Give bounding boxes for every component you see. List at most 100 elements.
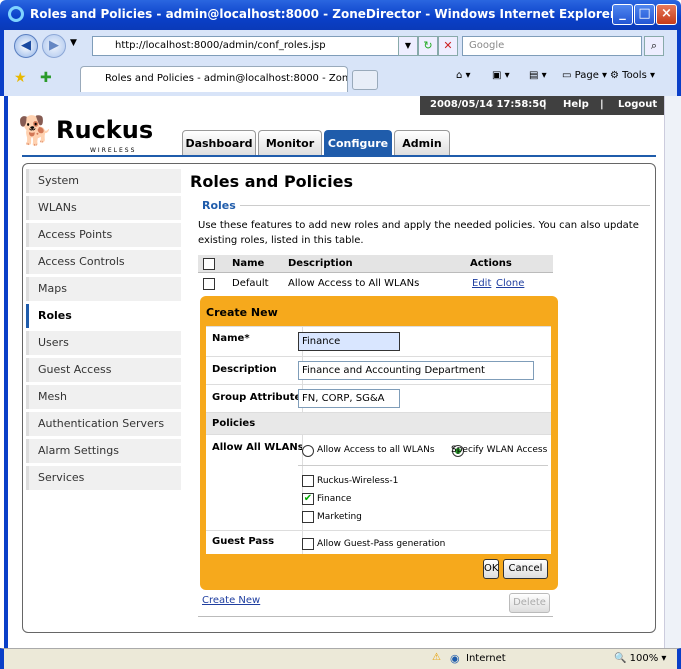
help-link[interactable]: Help — [563, 96, 589, 114]
allow-all-wlans-label: Allow All WLANs — [212, 442, 304, 453]
wlan-label-finance: Finance — [317, 494, 352, 504]
print-icon[interactable]: ▤ ▾ — [529, 70, 547, 81]
zoom-level[interactable]: 🔍 100% ▾ — [614, 653, 666, 664]
col-description: Description — [288, 258, 353, 269]
top-info-bar: 2008/05/14 17:58:50 | Help | Logout — [420, 96, 664, 115]
radio-specify-wlan-label: Specify WLAN Access — [451, 445, 548, 455]
name-field[interactable]: Finance — [298, 332, 400, 351]
col-name: Name — [232, 258, 265, 269]
sidebar-item-wlans[interactable]: WLANs — [26, 196, 181, 220]
radio-allow-all-label: Allow Access to all WLANs — [317, 445, 435, 455]
sidebar-item-services[interactable]: Services — [26, 466, 181, 490]
name-label: Name* — [212, 333, 250, 344]
guest-pass-label: Guest Pass — [212, 536, 275, 547]
policies-label: Policies — [212, 418, 256, 429]
wlan-checkbox-ruckus-wireless-1[interactable] — [302, 475, 314, 487]
sidebar-item-roles[interactable]: Roles — [26, 304, 181, 328]
group-row: Group Attributes FN, CORP, SG&A — [206, 384, 551, 412]
refresh-icon[interactable]: ↻ — [418, 36, 438, 56]
allow-wlans-row: Allow All WLANs Allow Access to all WLAN… — [206, 434, 551, 530]
address-dropdown-icon[interactable]: ▼ — [398, 36, 418, 56]
stop-icon[interactable]: ✕ — [438, 36, 458, 56]
radio-allow-all[interactable] — [302, 445, 314, 457]
sidebar-item-system[interactable]: System — [26, 169, 181, 193]
internet-zone-icon: ◉ — [450, 652, 460, 665]
tab-monitor[interactable]: Monitor — [258, 130, 322, 156]
row-name: Default — [232, 278, 269, 289]
favorites-star-icon[interactable]: ★ — [14, 70, 27, 86]
ok-button[interactable]: OK — [483, 559, 499, 579]
page-title: Roles and Policies — [190, 172, 353, 191]
cancel-button[interactable]: Cancel — [503, 559, 548, 579]
title-bar: Roles and Policies - admin@localhost:800… — [0, 0, 681, 30]
guest-pass-row: Guest Pass Allow Guest-Pass generation — [206, 530, 551, 554]
tab-admin[interactable]: Admin — [394, 130, 450, 156]
logo-text: Ruckus — [56, 116, 154, 144]
row-description: Allow Access to All WLANs — [288, 278, 420, 289]
datetime: 2008/05/14 17:58:50 — [430, 99, 547, 110]
tab-underline — [22, 155, 656, 157]
search-input[interactable]: Google — [462, 36, 642, 56]
security-warning-icon: ⚠ — [432, 652, 441, 663]
browser-chrome: ◀ ▶ ▼ http://localhost:8000/admin/conf_r… — [0, 30, 681, 96]
section-label-roles: Roles — [202, 199, 236, 212]
logout-link[interactable]: Logout — [618, 96, 657, 114]
sidebar-item-access-controls[interactable]: Access Controls — [26, 250, 181, 274]
sidebar-item-guest-access[interactable]: Guest Access — [26, 358, 181, 382]
zone-label: Internet — [466, 653, 506, 664]
sidebar-item-alarm-settings[interactable]: Alarm Settings — [26, 439, 181, 463]
roles-description: Use these features to add new roles and … — [198, 220, 639, 246]
sidebar-item-maps[interactable]: Maps — [26, 277, 181, 301]
name-row: Name* Finance — [206, 326, 551, 356]
group-attributes-label: Group Attributes — [212, 392, 308, 403]
table-header: Name Description Actions — [198, 255, 553, 273]
tools-menu[interactable]: ⚙ Tools ▾ — [610, 70, 655, 81]
table-row: Default Allow Access to All WLANs Edit C… — [198, 274, 553, 294]
dog-logo-icon: 🐕 — [18, 114, 53, 147]
description-label: Description — [212, 364, 277, 375]
clone-link[interactable]: Clone — [496, 278, 524, 289]
description-row: Description Finance and Accounting Depar… — [206, 356, 551, 384]
section-rule — [240, 205, 650, 206]
guest-pass-checkbox[interactable] — [302, 538, 314, 550]
back-button[interactable]: ◀ — [14, 34, 38, 58]
page-menu[interactable]: ▭ Page ▾ — [562, 70, 607, 81]
sidebar-item-mesh[interactable]: Mesh — [26, 385, 181, 409]
ie-icon — [8, 6, 24, 22]
close-button[interactable]: × — [656, 4, 677, 25]
minimize-button[interactable]: _ — [612, 4, 633, 25]
row-checkbox[interactable] — [203, 278, 215, 290]
history-dropdown-icon[interactable]: ▼ — [70, 38, 77, 48]
wlan-label-marketing: Marketing — [317, 512, 362, 522]
sidebar: System WLANs Access Points Access Contro… — [26, 169, 181, 493]
feeds-icon[interactable]: ▣ ▾ — [492, 70, 510, 81]
col-actions: Actions — [470, 258, 512, 269]
browser-tab[interactable]: Roles and Policies - admin@localhost:800… — [80, 66, 348, 92]
sidebar-item-users[interactable]: Users — [26, 331, 181, 355]
wlan-checkbox-finance[interactable]: ✔ — [302, 493, 314, 505]
address-bar[interactable]: http://localhost:8000/admin/conf_roles.j… — [92, 36, 404, 56]
status-bar: ⚠ ◉ Internet 🔍 100% ▾ — [0, 648, 681, 669]
search-icon[interactable]: ⌕ — [644, 36, 664, 56]
create-new-link[interactable]: Create New — [202, 595, 260, 606]
forward-button[interactable]: ▶ — [42, 34, 66, 58]
add-favorite-icon[interactable]: ✚ — [40, 70, 52, 86]
create-new-header: Create New — [206, 306, 278, 319]
home-icon[interactable]: ⌂ ▾ — [456, 70, 471, 81]
sidebar-item-authentication-servers[interactable]: Authentication Servers — [26, 412, 181, 436]
logo-subtext: WIRELESS — [90, 147, 137, 154]
wlan-checkbox-marketing[interactable] — [302, 511, 314, 523]
tab-configure[interactable]: Configure — [324, 130, 392, 156]
guest-pass-option-label: Allow Guest-Pass generation — [317, 539, 446, 549]
delete-button[interactable]: Delete — [509, 593, 550, 613]
sidebar-item-access-points[interactable]: Access Points — [26, 223, 181, 247]
description-field[interactable]: Finance and Accounting Department — [298, 361, 534, 380]
tab-dashboard[interactable]: Dashboard — [182, 130, 256, 156]
wlan-label-ruckus-wireless-1: Ruckus-Wireless-1 — [317, 476, 399, 486]
scrollbar[interactable] — [664, 96, 681, 648]
new-tab-button[interactable] — [352, 70, 378, 90]
select-all-checkbox[interactable] — [203, 258, 215, 270]
edit-link[interactable]: Edit — [472, 278, 491, 289]
maximize-button[interactable]: □ — [634, 4, 655, 25]
group-attributes-field[interactable]: FN, CORP, SG&A — [298, 389, 400, 408]
